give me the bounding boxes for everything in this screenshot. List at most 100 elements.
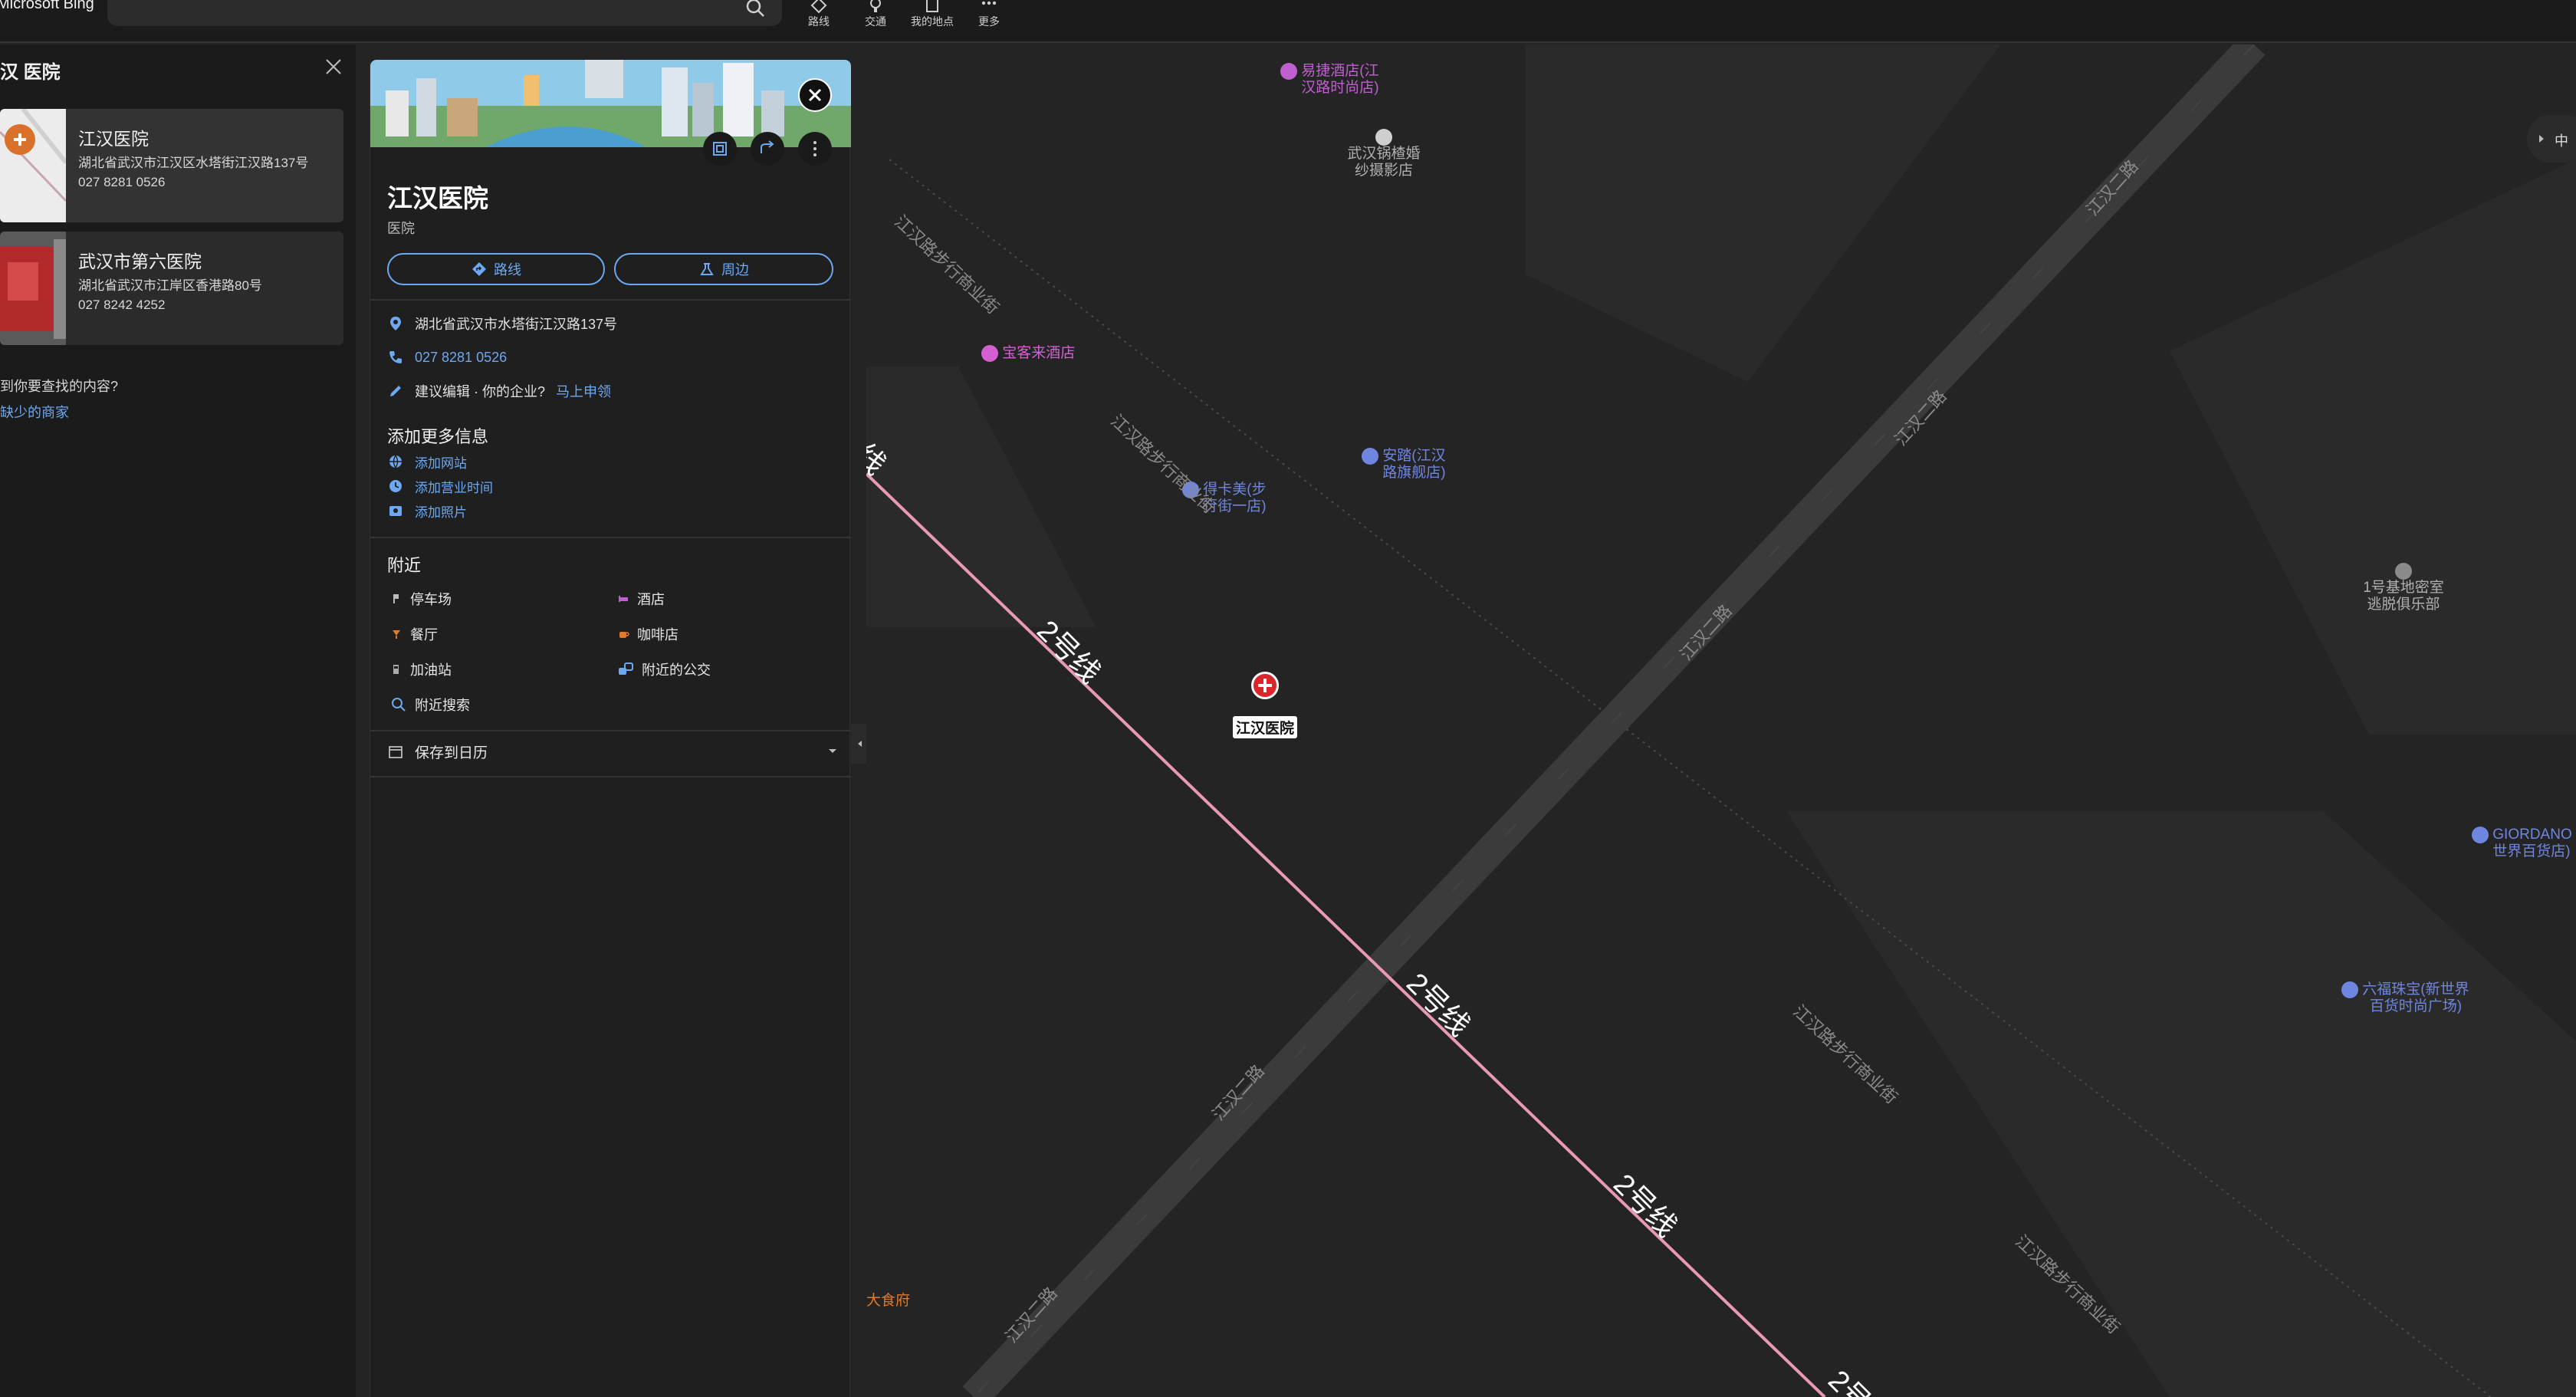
nearby-label: 咖啡店 [637,627,678,643]
my-places-icon [926,0,938,12]
result-name[interactable]: 江汉医院 [78,124,149,150]
hospital-cross-icon [1258,679,1272,692]
nav-my-places[interactable]: 我的地点 [908,0,957,31]
nav-label: 路线 [808,15,830,28]
add-missing-business-link[interactable]: 缺少的商家 [0,402,69,422]
poi-label: 六福珠宝(新世界 百货时尚广场) [2362,981,2469,1014]
nearby-restaurant[interactable]: 餐厅 [390,624,438,644]
poi-label: 宝客来酒店 [1002,345,1076,362]
nearby-label: 加油站 [410,662,452,678]
photos-button[interactable] [703,132,737,166]
restaurant-icon [393,630,400,639]
hospital-marker-label[interactable]: 江汉医院 [1233,716,1298,738]
map-thumbnail [0,109,66,222]
nearby-label: 附近搜索 [415,698,470,713]
top-bar: Microsoft Bing 路线 交通 我的地点 更多 [0,0,2576,43]
add-website-row[interactable]: 添加网站 [387,451,467,472]
close-icon [808,88,822,102]
parking-icon [393,594,399,603]
shopping-icon [2341,981,2358,998]
more-options-button[interactable] [798,132,832,166]
phone-link[interactable]: 027 8281 0526 [415,350,507,366]
calendar-icon [389,746,402,758]
edit-row: 建议编辑 · 你的企业? 马上申领 [387,380,611,402]
result-address: 湖北省武汉市江岸区香港路80号 [78,278,262,293]
map-canvas[interactable]: 江汉医院 易捷酒店(江 汉路时尚店) 武汉锅楂婚 纱摄影店 宝客来酒店 安踏(江… [866,44,2576,1397]
chevron-down-icon [829,749,836,753]
poi-jewelry[interactable]: 六福珠宝(新世界 百货时尚广场) [2341,981,2469,1015]
poi-hotel[interactable]: 易捷酒店(江 汉路时尚店) [1280,63,1379,97]
place-name: 江汉医院 [387,184,488,212]
address-text: 湖北省武汉市水塔街江汉路137号 [415,317,618,332]
share-icon [761,140,774,153]
search-input[interactable] [118,0,731,21]
nearby-label: 附近的公交 [642,662,711,678]
nearby-title: 附近 [387,556,422,575]
share-button[interactable] [751,132,784,166]
directions-icon [810,0,827,14]
nav-label: 更多 [978,15,1000,28]
hotel-icon [619,596,628,602]
add-photos-row[interactable]: 添加照片 [387,500,467,521]
divider [370,537,851,538]
add-photos-link[interactable]: 添加照片 [415,501,467,521]
nearby-coffee[interactable]: 咖啡店 [617,624,678,644]
place-category: 医院 [387,221,415,236]
nearby-bus[interactable]: 附近的公交 [617,659,711,679]
save-to-calendar-row[interactable]: 保存到日历 [387,738,840,765]
directions-button[interactable]: 路线 [387,253,605,285]
nearby-gas-station[interactable]: 加油站 [390,659,452,679]
claim-link[interactable]: 马上申领 [556,381,611,401]
result-address: 湖北省武汉市江汉区水塔街江汉路137号 [78,156,309,170]
result-card[interactable]: 武汉市第六医院 湖北省武汉市江岸区香港路80号 027 8242 4252 [0,232,343,345]
hotel-icon [1280,63,1297,80]
search-box[interactable] [107,0,782,26]
photos-icon [713,142,727,156]
nav-label: 我的地点 [911,15,954,28]
gas-station-icon [393,665,399,674]
search-icon [392,698,406,712]
entertainment-icon [2395,563,2412,580]
poi-photo-studio[interactable]: 武汉锅楂婚 纱摄影店 [1334,129,1434,179]
result-phone: 027 8281 0526 [78,175,166,189]
divider [370,299,851,301]
nav-traffic[interactable]: 交通 [851,0,900,31]
poi-shop[interactable]: 安踏(江汉 路旗舰店) [1362,448,1446,482]
poi-label: 1号基地密室 逃脱俱乐部 [2363,580,2444,613]
hotel-icon [981,345,998,362]
nearby-search[interactable]: 附近搜索 [390,695,470,715]
globe-icon [389,455,402,469]
result-name[interactable]: 武汉市第六医院 [78,247,202,273]
shop-icon [1375,129,1392,146]
nav-more[interactable]: 更多 [964,0,1014,31]
shopping-icon [2472,827,2489,843]
nearby-label: 停车场 [410,592,452,607]
search-icon[interactable] [744,0,767,20]
divider [370,730,851,731]
phone-row[interactable]: 027 8281 0526 [387,347,507,368]
map-side-toggle[interactable]: 中 [2527,115,2576,163]
hospital-marker[interactable] [1251,672,1279,699]
add-website-link[interactable]: 添加网站 [415,452,467,472]
nav-directions[interactable]: 路线 [794,0,843,31]
poi-restaurant[interactable]: 大食府 [866,1293,910,1310]
result-card[interactable]: 江汉医院 湖北省武汉市江汉区水塔街江汉路137号 027 8281 0526 [0,109,343,222]
detail-panel: 江汉医院 医院 路线 周边 湖北省武汉市水塔街江汉路137号 027 8281 … [370,60,851,1397]
poi-label: GIORDANO 世界百货店) [2492,827,2572,860]
nearby-hotel[interactable]: 酒店 [617,589,665,609]
close-icon[interactable] [320,54,347,80]
poi-escape-room[interactable]: 1号基地密室 逃脱俱乐部 [2331,563,2476,613]
pencil-icon [390,386,401,396]
nearby-button[interactable]: 周边 [614,253,833,285]
nearby-label: 酒店 [637,592,665,607]
results-title: 汉 医院 [0,62,61,83]
poi-shop[interactable]: GIORDANO 世界百货店) [2472,827,2572,860]
nearby-parking[interactable]: 停车场 [390,589,452,609]
add-hours-link[interactable]: 添加营业时间 [415,477,493,496]
poi-label: 武汉锅楂婚 纱摄影店 [1347,146,1421,179]
close-detail-button[interactable] [798,78,832,112]
add-hours-row[interactable]: 添加营业时间 [387,475,493,497]
bing-logo[interactable]: Microsoft Bing [0,0,94,13]
suggest-edit-link[interactable]: 建议编辑 · 你的企业? [415,381,545,401]
poi-hotel[interactable]: 宝客来酒店 [981,345,1075,362]
